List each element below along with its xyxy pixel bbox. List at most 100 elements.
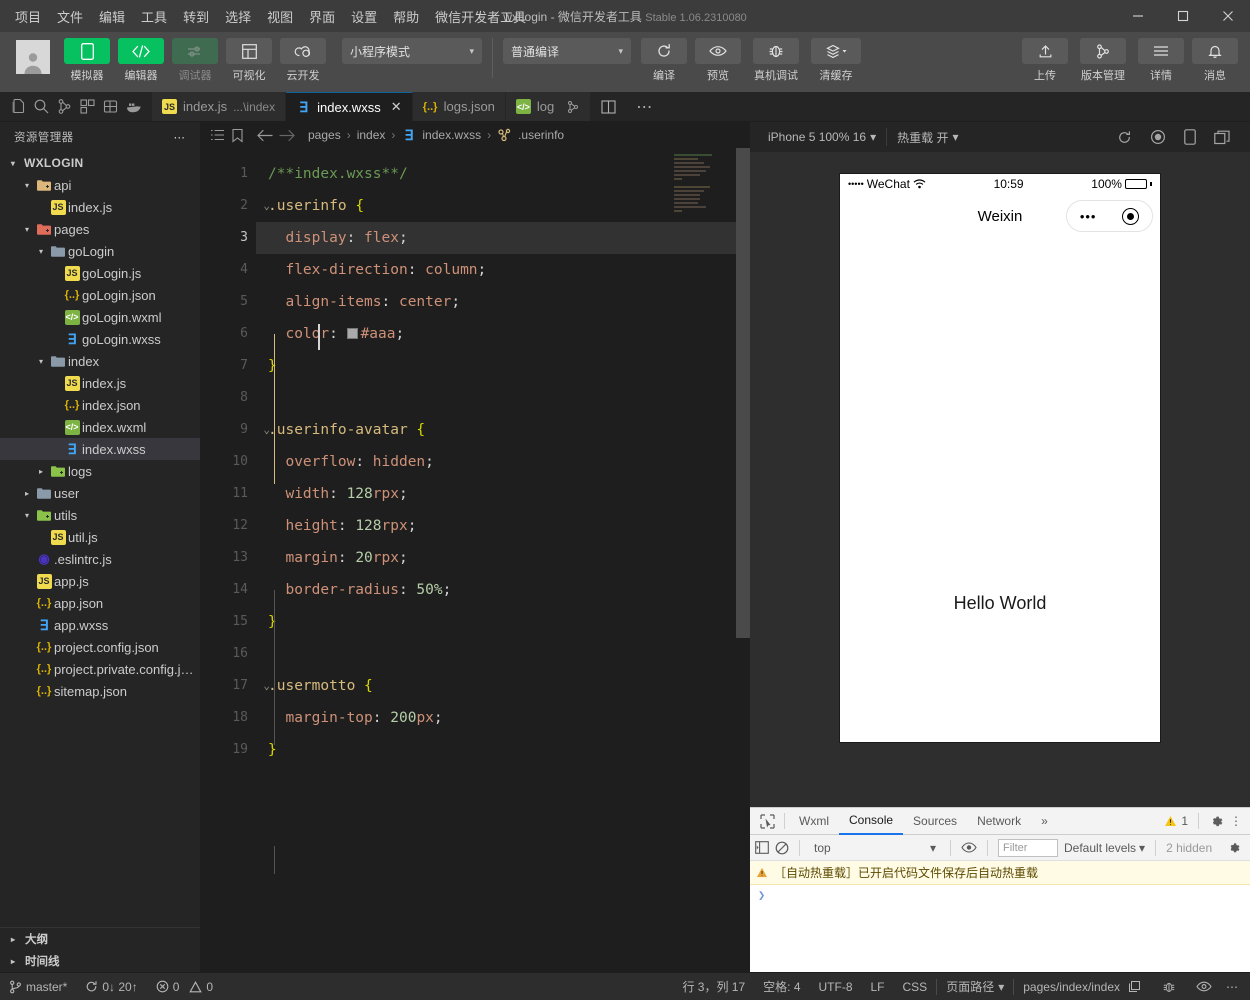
- devtools-tab-wxml[interactable]: Wxml: [789, 808, 839, 835]
- menu-item-project[interactable]: 项目: [8, 3, 48, 30]
- more-icon[interactable]: ⋮: [1230, 814, 1242, 828]
- scrollbar-thumb[interactable]: [736, 148, 750, 638]
- toolbar-visual[interactable]: 可视化: [224, 38, 274, 83]
- menu-item-interface[interactable]: 界面: [302, 3, 342, 30]
- console-output[interactable]: ［自动热重载］已开启代码文件保存后自动热重载 ❯: [750, 861, 1250, 972]
- outline-icon[interactable]: [210, 128, 225, 142]
- tab-logs-json[interactable]: {..} logs.json: [412, 92, 506, 121]
- console-context-select[interactable]: top ▾: [810, 841, 940, 855]
- toolbar-messages[interactable]: 消息: [1190, 38, 1240, 83]
- toolbar-editor[interactable]: 编辑器: [116, 38, 166, 83]
- tab-index-wxss[interactable]: ∃ index.wxss ✕: [286, 92, 413, 121]
- status-page-path[interactable]: pages/index/index: [1014, 980, 1150, 994]
- menu-item-goto[interactable]: 转到: [176, 3, 216, 30]
- toolbar-version[interactable]: 版本管理: [1074, 38, 1132, 83]
- bookmark-icon[interactable]: [231, 128, 244, 143]
- gear-icon[interactable]: [1209, 814, 1224, 829]
- tree-item[interactable]: ▾ pages: [0, 218, 200, 240]
- chevron-right-icon[interactable]: ▸: [20, 489, 34, 498]
- chevron-down-icon[interactable]: ▾: [20, 181, 34, 190]
- devtools-tab-console[interactable]: Console: [839, 808, 904, 835]
- tree-item[interactable]: JS goLogin.js: [0, 262, 200, 284]
- status-branch[interactable]: master*: [0, 980, 76, 994]
- menu-item-view[interactable]: 视图: [260, 3, 300, 30]
- tree-item[interactable]: ▸ logs: [0, 460, 200, 482]
- tab-more-button[interactable]: ⋯: [626, 92, 662, 121]
- device-select[interactable]: iPhone 5 100% 16 ▾: [758, 130, 886, 144]
- tree-item[interactable]: {..} goLogin.json: [0, 284, 200, 306]
- tree-item[interactable]: JS index.js: [0, 196, 200, 218]
- toolbar-device-debug[interactable]: 真机调试: [747, 38, 805, 83]
- eye-icon[interactable]: [961, 842, 977, 853]
- menu-item-edit[interactable]: 编辑: [92, 3, 132, 30]
- split-editor-icon[interactable]: [591, 92, 626, 121]
- status-page-path-select[interactable]: 页面路径 ▾: [937, 978, 1013, 995]
- toolbar-upload[interactable]: 上传: [1020, 38, 1070, 83]
- status-cursor-position[interactable]: 行 3，列 17: [673, 978, 754, 995]
- tree-item[interactable]: {..} project.private.config.js...: [0, 658, 200, 680]
- devtools-tab-sources[interactable]: Sources: [903, 808, 967, 835]
- docker-icon[interactable]: [125, 98, 142, 115]
- menu-item-devtools[interactable]: 微信开发者工具: [428, 3, 533, 30]
- status-bug-icon[interactable]: [1150, 980, 1188, 994]
- status-language[interactable]: CSS: [894, 980, 937, 994]
- minimize-button[interactable]: [1115, 0, 1160, 32]
- toolbar-compile[interactable]: 编译: [639, 38, 689, 83]
- mode-select[interactable]: 小程序模式 ▾: [342, 38, 482, 64]
- tree-item[interactable]: ▾ goLogin: [0, 240, 200, 262]
- close-icon[interactable]: ✕: [391, 99, 402, 115]
- source-control-icon[interactable]: [56, 98, 73, 115]
- debug-alt-icon[interactable]: [566, 100, 580, 114]
- tree-item[interactable]: {..} project.config.json: [0, 636, 200, 658]
- gear-icon[interactable]: [1227, 841, 1245, 855]
- tab-index-js[interactable]: JS index.js ...\index: [152, 92, 287, 121]
- toolbar-preview[interactable]: 预览: [693, 38, 743, 83]
- files-icon[interactable]: [10, 98, 27, 115]
- menu-item-settings[interactable]: 设置: [344, 3, 384, 30]
- panel-icon[interactable]: [755, 841, 769, 854]
- tree-item[interactable]: ∃ goLogin.wxss: [0, 328, 200, 350]
- compile-select[interactable]: 普通编译 ▾: [503, 38, 631, 64]
- status-eye-icon[interactable]: [1188, 981, 1220, 992]
- back-arrow-icon[interactable]: [256, 129, 273, 142]
- tree-item[interactable]: JS app.js: [0, 570, 200, 592]
- devtools-tab-network[interactable]: Network: [967, 808, 1031, 835]
- status-badge[interactable]: 1: [1164, 814, 1188, 828]
- hot-reload-select[interactable]: 热重载 开 ▾: [887, 129, 968, 146]
- status-problems[interactable]: 0 0: [147, 980, 222, 994]
- menu-item-help[interactable]: 帮助: [386, 3, 426, 30]
- tree-item[interactable]: {..} app.json: [0, 592, 200, 614]
- status-indentation[interactable]: 空格: 4: [754, 978, 809, 995]
- tree-item[interactable]: JS util.js: [0, 526, 200, 548]
- console-filter-input[interactable]: Filter: [998, 838, 1058, 857]
- maximize-button[interactable]: [1160, 0, 1205, 32]
- tree-item[interactable]: JS index.js: [0, 372, 200, 394]
- chevron-down-icon[interactable]: ▾: [20, 225, 34, 234]
- editor-scrollbar[interactable]: [736, 148, 750, 972]
- extensions-icon[interactable]: [79, 98, 96, 115]
- tree-item[interactable]: ∃ index.wxss: [0, 438, 200, 460]
- tree-item[interactable]: </> index.wxml: [0, 416, 200, 438]
- refresh-icon[interactable]: [1117, 130, 1132, 145]
- record-icon[interactable]: [1150, 129, 1166, 145]
- inspect-icon[interactable]: [754, 813, 780, 829]
- explorer-root[interactable]: ▾ WXLOGIN: [0, 152, 200, 174]
- phone-preview[interactable]: ••••• WeChat 10:59 100% Weixin ••• Hello…: [840, 174, 1160, 742]
- forward-arrow-icon[interactable]: [279, 129, 296, 142]
- menu-item-file[interactable]: 文件: [50, 3, 90, 30]
- breadcrumb-item-pages[interactable]: pages: [308, 128, 341, 142]
- breadcrumb-item-file[interactable]: index.wxss: [422, 128, 481, 142]
- no-entry-icon[interactable]: [775, 841, 789, 855]
- tree-item[interactable]: ▾ api: [0, 174, 200, 196]
- color-swatch[interactable]: [346, 327, 358, 339]
- toolbar-simulator[interactable]: 模拟器: [62, 38, 112, 83]
- chevron-right-icon[interactable]: ▸: [34, 467, 48, 476]
- devtools-tab-overflow[interactable]: »: [1031, 808, 1058, 835]
- chevron-down-icon[interactable]: ▾: [34, 247, 48, 256]
- rotate-icon[interactable]: [1184, 129, 1196, 145]
- close-button[interactable]: [1205, 0, 1250, 32]
- tree-item[interactable]: ◉ .eslintrc.js: [0, 548, 200, 570]
- breadcrumb-item-index[interactable]: index: [357, 128, 386, 142]
- tree-item[interactable]: ▸ user: [0, 482, 200, 504]
- toolbar-details[interactable]: 详情: [1136, 38, 1186, 83]
